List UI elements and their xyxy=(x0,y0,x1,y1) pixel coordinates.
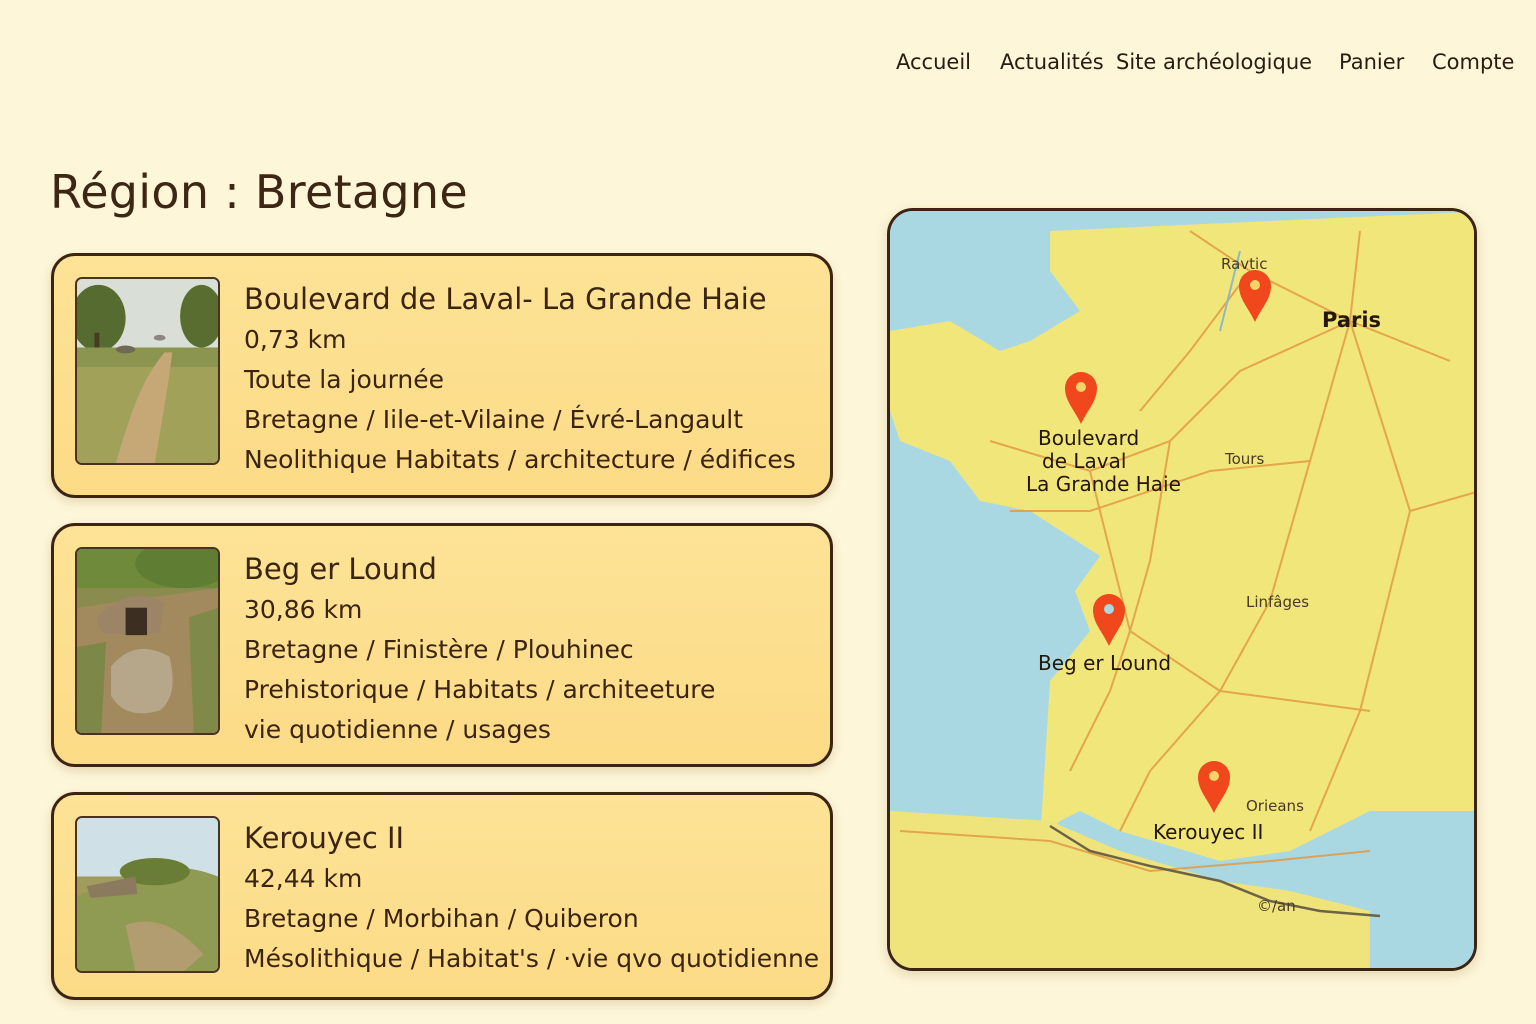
site-title: Kerouyec II xyxy=(244,821,405,855)
site-card-beg-er-lound[interactable]: Beg er Lound 30,86 km Bretagne / Finistè… xyxy=(51,523,833,767)
nav-compte[interactable]: Compte xyxy=(1432,50,1514,74)
page-title: Région : Bretagne xyxy=(50,165,468,219)
site-photo xyxy=(75,277,220,465)
site-card-kerouyec-ii[interactable]: Kerouyec II 42,44 km Bretagne / Morbihan… xyxy=(51,792,833,1000)
map-label-paris: Paris xyxy=(1322,308,1382,332)
site-details: Beg er Lound 30,86 km Bretagne / Finistè… xyxy=(244,548,810,750)
map-pin-paris[interactable] xyxy=(1238,269,1272,323)
nav-actualites[interactable]: Actualités xyxy=(1000,50,1104,74)
site-distance: 42,44 km xyxy=(244,864,363,893)
site-distance: 30,86 km xyxy=(244,595,363,624)
site-distance: 0,73 km xyxy=(244,325,347,354)
site-categories: Neolithique Habitats / architecture / éd… xyxy=(244,445,796,474)
site-location: Bretagne / Morbihan / Quiberon xyxy=(244,904,639,933)
map-label-pin2: Beg er Lound xyxy=(1038,651,1172,675)
map-pin-kerouyec-ii[interactable] xyxy=(1197,760,1231,814)
site-card-boulevard-de-laval[interactable]: Boulevard de Laval- La Grande Haie 0,73 … xyxy=(51,253,833,498)
site-location: Bretagne / Finistère / Plouhinec xyxy=(244,635,634,664)
top-nav: Accueil Actualités Site archéologique Pa… xyxy=(0,50,1536,80)
site-details: Boulevard de Laval- La Grande Haie 0,73 … xyxy=(244,278,810,480)
region-map[interactable]: Ravtic Paris Tours Linfâges Orieans ©/an… xyxy=(887,208,1477,971)
map-pin-beg-er-lound[interactable] xyxy=(1092,593,1126,647)
site-title: Beg er Lound xyxy=(244,552,437,586)
map-label-can: ©/an xyxy=(1257,897,1296,915)
page: Accueil Actualités Site archéologique Pa… xyxy=(0,0,1536,1024)
site-hours: Toute la journée xyxy=(244,365,445,394)
map-label-pin1-line3: La Grande Haie xyxy=(1026,472,1181,496)
site-location: Bretagne / Iile-et-Vilaine / Évré-Langau… xyxy=(244,405,744,434)
map-pin-boulevard-de-laval[interactable] xyxy=(1064,371,1098,425)
map-label-tours: Tours xyxy=(1225,450,1265,468)
site-details: Kerouyec II 42,44 km Bretagne / Morbihan… xyxy=(244,817,820,979)
site-title: Boulevard de Laval- La Grande Haie xyxy=(244,282,767,316)
site-categories: Prehistorique / Habitats / architeeture xyxy=(244,675,716,704)
site-categories-extra: vie quotidienne / usages xyxy=(244,715,551,744)
nav-site-archeologique[interactable]: Site archéologique xyxy=(1116,50,1312,74)
nav-panier[interactable]: Panier xyxy=(1339,50,1404,74)
map-label-orieans: Orieans xyxy=(1246,797,1304,815)
site-photo xyxy=(75,547,220,735)
map-label-pin1-line1: Boulevard xyxy=(1038,426,1140,450)
map-label-linfages: Linfâges xyxy=(1246,593,1310,611)
map-label-pin1-line2: de Laval xyxy=(1042,449,1127,473)
nav-accueil[interactable]: Accueil xyxy=(896,50,971,74)
map-label-pin3: Kerouyec II xyxy=(1153,820,1264,844)
site-photo xyxy=(75,816,220,973)
site-categories: Mésolithique / Habitat's / ·vie qvo quot… xyxy=(244,944,820,973)
map-background xyxy=(890,211,1474,968)
